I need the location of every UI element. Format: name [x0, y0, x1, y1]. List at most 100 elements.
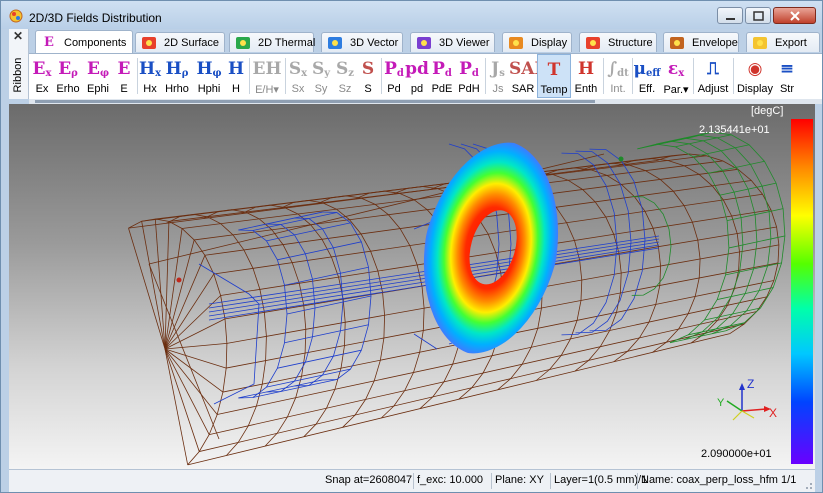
toolbar-button-pd[interactable]: Pd Pd — [383, 54, 405, 98]
toolbar-label: Adjust — [697, 83, 729, 95]
toolbar-label: Hphi — [197, 83, 221, 95]
tab-2d-surface[interactable]: 2D Surface — [135, 32, 225, 52]
e-icon: E — [117, 59, 131, 79]
toolbar-label: Eff. — [638, 83, 656, 95]
toolbar-button-pdh[interactable]: Pd PdH — [455, 54, 483, 98]
toolbar-button-ephi[interactable]: Eφ Ephi — [83, 54, 113, 98]
toolbar-button-hx[interactable]: Hx Hx — [139, 54, 161, 98]
app-icon — [9, 9, 23, 23]
adjust-icon: ⎍ — [707, 59, 719, 79]
toolbar-button-e-h[interactable]: EH E/H▾ — [251, 54, 283, 98]
tab-envelope[interactable]: Envelope — [663, 32, 739, 52]
toolbar-button-enth[interactable]: H Enth — [571, 54, 601, 98]
tab-display[interactable]: Display — [502, 32, 572, 52]
sy-icon: Sy — [311, 59, 331, 79]
tab-label: Structure — [608, 37, 653, 49]
toolbar-label: Sx — [291, 83, 305, 95]
e-field-icon: E — [44, 35, 54, 48]
colorbar-legend — [791, 119, 813, 464]
marker-red-icon — [176, 277, 182, 283]
window-title: 2D/3D Fields Distribution — [29, 11, 162, 25]
tab-export[interactable]: Export — [746, 32, 820, 52]
toolbar-button-eff-[interactable]: μeff Eff. — [633, 54, 661, 98]
toolbar-button-h[interactable]: HH — [225, 54, 247, 98]
toolbar-label: PdE — [431, 83, 453, 95]
toolbar-label: Js — [492, 83, 504, 95]
e-h-icon: EH — [252, 59, 282, 79]
close-button[interactable] — [773, 7, 816, 24]
toolbar-button-js[interactable]: Js Js — [487, 54, 509, 98]
toolbar-button-sar[interactable]: SAR SAR — [509, 54, 549, 98]
toolbar-button-par-[interactable]: εx Par.▾ — [661, 54, 691, 98]
status-plane: Plane: XY — [495, 474, 544, 486]
tab-label: 2D Thermal — [258, 37, 316, 49]
tab-components[interactable]: E Components — [35, 30, 133, 53]
title-bar[interactable]: 2D/3D Fields Distribution — [1, 1, 822, 29]
tab-3d-vector[interactable]: 3D Vector — [321, 32, 403, 52]
field-scene[interactable]: Z X Y — [9, 104, 815, 469]
toolbar-button-pd[interactable]: pd pd — [405, 54, 429, 98]
axis-y-label: Y — [717, 397, 725, 409]
toolbar-button-sz[interactable]: Sz Sz — [333, 54, 357, 98]
toolbar-button-pde[interactable]: Pd PdE — [429, 54, 455, 98]
toolbar-button-sx[interactable]: Sx Sx — [287, 54, 309, 98]
maximize-icon — [753, 11, 764, 21]
tab-label: Components — [64, 37, 127, 49]
tab-3d-viewer[interactable]: 3D Viewer — [410, 32, 495, 52]
temp-icon: T — [547, 60, 561, 80]
end-section-wireframe — [631, 131, 786, 344]
structure-icon — [586, 37, 600, 49]
toolbar-label: S — [364, 83, 372, 95]
status-name: Name: coax_perp_loss_hfm 1/1 — [641, 474, 797, 486]
toolbar-label: PdH — [458, 83, 480, 95]
tab-2d-thermal[interactable]: 2D Thermal — [229, 32, 316, 52]
toolbar-button-s[interactable]: SS — [357, 54, 379, 98]
toolbar-label: Par.▾ — [663, 84, 689, 96]
toolbar-button-int-[interactable]: ∫dt Int. — [605, 54, 631, 98]
toolbar-button-display[interactable]: ◉ Display — [735, 54, 775, 98]
pdh-icon: Pd — [459, 59, 479, 79]
toolbar-label: Temp — [540, 84, 568, 96]
minimize-button[interactable] — [717, 7, 743, 24]
hx-icon: Hx — [139, 59, 162, 79]
status-snap: Snap at=2608047 — [325, 474, 413, 486]
ribbon-scroll-thumb[interactable] — [35, 100, 595, 103]
tab-label: Envelope — [692, 37, 738, 49]
str-icon: ≡ — [779, 59, 795, 79]
toolbar-button-sy[interactable]: Sy Sy — [309, 54, 333, 98]
toolbar-label: Erho — [56, 83, 80, 95]
3d-viewport[interactable]: Z X Y [degC] 2.135441e+01 2.090000e+01 — [9, 104, 815, 469]
toolbar-button-adjust[interactable]: ⎍ Adjust — [695, 54, 731, 98]
sz-icon: Sz — [336, 59, 354, 79]
export-icon — [753, 37, 767, 49]
toolbar-button-hrho[interactable]: Hρ Hrho — [161, 54, 193, 98]
hphi-icon: Hφ — [196, 59, 222, 79]
status-fexc: f_exc: 10.000 — [417, 474, 484, 486]
ring-surface — [423, 140, 559, 356]
toolbar-label: Pd — [387, 83, 401, 95]
marker-green-icon — [618, 156, 624, 162]
toolbar-label: Ex — [35, 83, 49, 95]
toolbar-button-erho[interactable]: Eρ Erho — [53, 54, 83, 98]
toolbar-label: Hrho — [165, 83, 189, 95]
vector-field-icon — [328, 37, 342, 49]
pde-icon: Pd — [432, 59, 452, 79]
ribbon-close-icon[interactable]: ✕ — [13, 29, 23, 43]
tab-label: Export — [775, 37, 807, 49]
toolbar-button-e[interactable]: EE — [113, 54, 135, 98]
toolbar-button-ex[interactable]: Ex Ex — [31, 54, 53, 98]
status-bar: Snap at=2608047 f_exc: 10.000 Plane: XY … — [9, 469, 815, 492]
maximize-button[interactable] — [745, 7, 771, 24]
int--icon: ∫dt — [607, 59, 629, 79]
tab-structure[interactable]: Structure — [579, 32, 657, 52]
hrho-icon: Hρ — [165, 59, 189, 79]
resize-grip-icon[interactable] — [803, 480, 813, 490]
toolbar-button-hphi[interactable]: Hφ Hphi — [193, 54, 225, 98]
h-icon: H — [227, 59, 245, 79]
erho-icon: Eρ — [58, 59, 78, 79]
toolbar-label: E — [120, 83, 128, 95]
toolbar-button-temp[interactable]: T Temp — [537, 54, 571, 98]
toolbar-label: pd — [410, 83, 424, 95]
toolbar-label: Int. — [610, 83, 626, 95]
toolbar-button-str[interactable]: ≡ Str — [775, 54, 799, 98]
